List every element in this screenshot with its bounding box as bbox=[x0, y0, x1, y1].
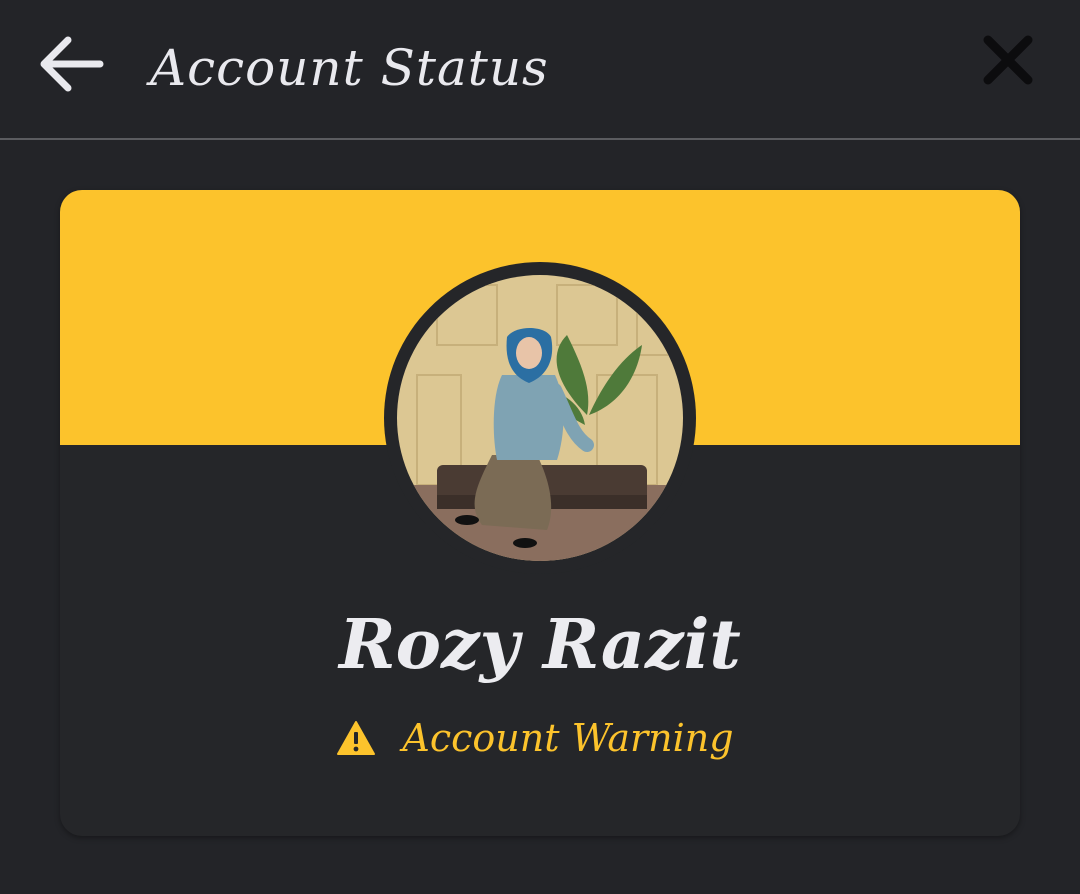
profile-photo bbox=[397, 275, 683, 561]
page-title: Account Status bbox=[150, 39, 549, 97]
close-icon bbox=[983, 35, 1033, 85]
close-button[interactable] bbox=[978, 30, 1038, 90]
account-status-label: Account Warning bbox=[402, 716, 734, 760]
back-button[interactable] bbox=[36, 32, 106, 96]
warning-triangle-icon bbox=[337, 721, 376, 755]
profile-name: Rozy Razit bbox=[339, 605, 741, 685]
arrow-left-icon bbox=[40, 36, 104, 92]
avatar[interactable] bbox=[397, 275, 683, 561]
top-app-bar: Account Status bbox=[0, 0, 1080, 140]
account-status-card: Rozy Razit Account Warning bbox=[60, 190, 1020, 836]
account-status-row: Account Warning bbox=[60, 710, 1020, 766]
